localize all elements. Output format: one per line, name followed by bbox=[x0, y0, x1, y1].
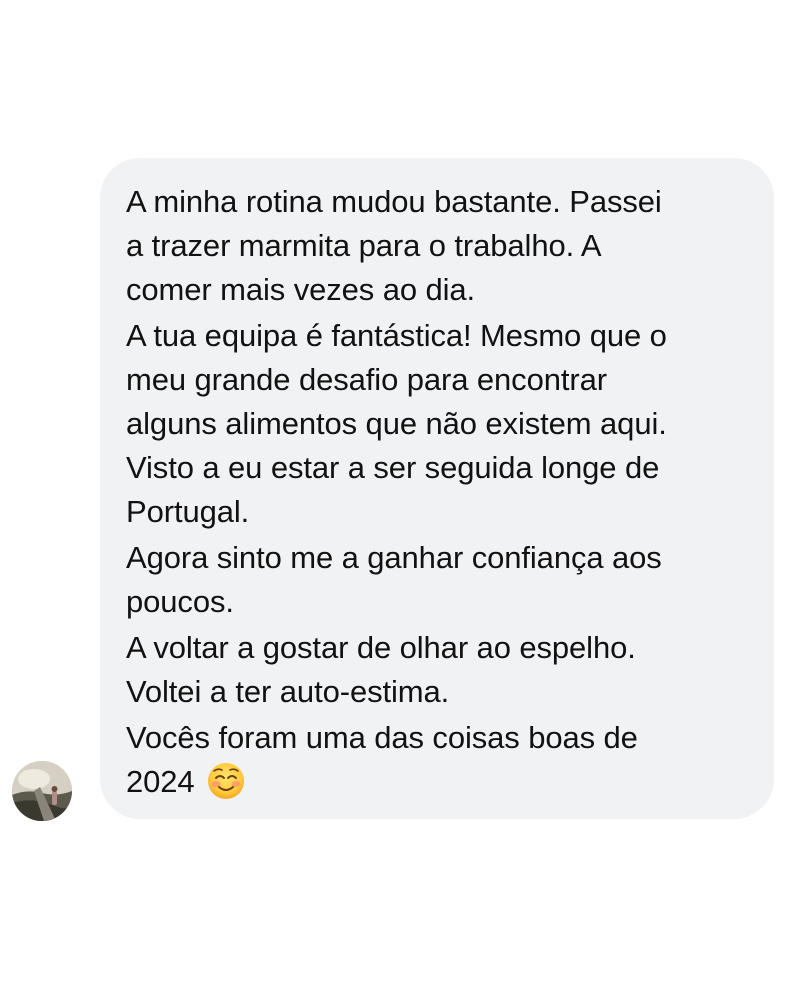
message-line: Portugal. bbox=[126, 494, 250, 529]
message-line: alguns alimentos que não existem aqui. bbox=[126, 406, 667, 441]
message-line: A voltar a gostar de olhar ao espelho. bbox=[126, 630, 636, 665]
message-line: Agora sinto me a ganhar confiança aos bbox=[126, 540, 662, 575]
message-line: A minha rotina mudou bastante. Passei bbox=[126, 184, 662, 219]
message-line: a trazer marmita para o trabalho. A bbox=[126, 228, 602, 263]
profile-photo-icon bbox=[12, 761, 72, 821]
message-line-text: 2024 bbox=[126, 764, 195, 799]
message-line: Visto a eu estar a ser seguida longe de bbox=[126, 450, 660, 485]
chat-view: A minha rotina mudou bastante. Passei a … bbox=[0, 0, 800, 1000]
message-bubble[interactable]: A minha rotina mudou bastante. Passei a … bbox=[100, 158, 774, 819]
message-line: poucos. bbox=[126, 584, 234, 619]
avatar[interactable] bbox=[12, 761, 72, 821]
message-line: A tua equipa é fantástica! Mesmo que o bbox=[126, 318, 667, 353]
message-line: Voltei a ter auto-estima. bbox=[126, 674, 450, 709]
smiling-face-blushing-emoji-icon bbox=[207, 762, 245, 800]
message-line: comer mais vezes ao dia. bbox=[126, 272, 476, 307]
message-last-line: 2024 bbox=[126, 760, 748, 804]
message-line: meu grande desafio para encontrar bbox=[126, 362, 607, 397]
message-line: Vocês foram uma das coisas boas de bbox=[126, 720, 638, 755]
